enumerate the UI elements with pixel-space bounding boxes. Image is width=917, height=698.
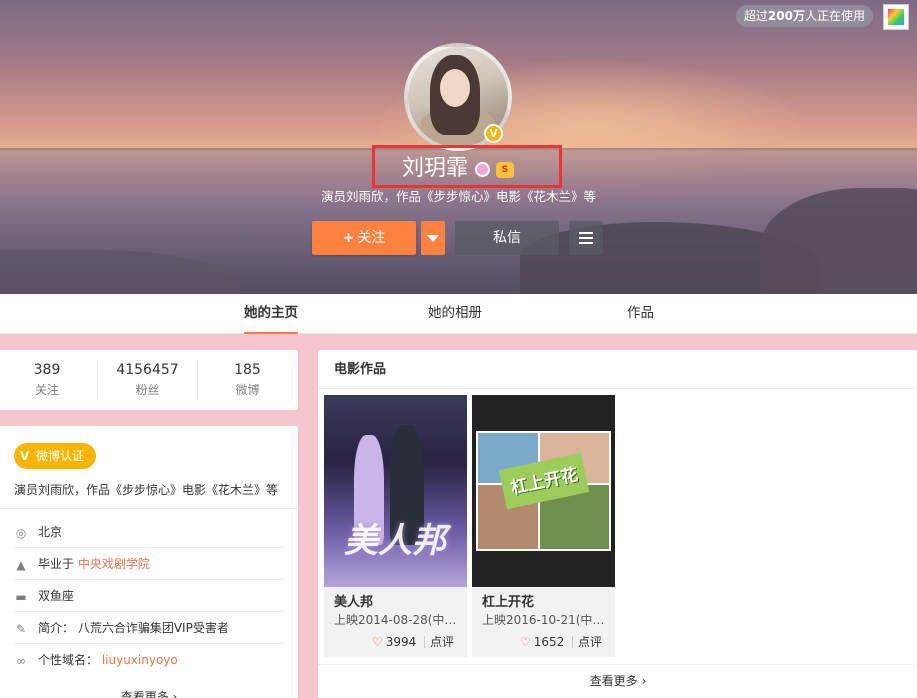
message-button[interactable]: 私信 <box>455 221 559 255</box>
film-card[interactable]: 美人邦 美人邦 上映2014-08-28(中国大陆) ♡3994 点评 <box>324 395 467 657</box>
stat-following[interactable]: 389 关注 <box>0 360 97 400</box>
film-like-button[interactable]: ♡ 1652 <box>520 633 564 651</box>
like-count: 1652 <box>533 635 565 649</box>
follow-dropdown-button[interactable] <box>421 221 445 255</box>
verified-v-icon[interactable]: V <box>484 124 503 143</box>
stat-posts[interactable]: 185 微博 <box>197 360 297 400</box>
plus-icon: + <box>342 230 355 246</box>
info-row-domain: ∞ 个性域名： liuyuxinyoyo <box>14 644 284 676</box>
film-review-link[interactable]: 点评 <box>430 633 454 651</box>
edit-icon: ✎ <box>15 621 27 636</box>
tab-home[interactable]: 她的主页 <box>244 294 298 334</box>
stats-card: 389 关注 4156457 粉丝 185 微博 <box>0 350 298 410</box>
films-title: 电影作品 <box>334 362 387 377</box>
profile-banner: 超过200万人正在使用 V 刘玥霏 S 演员刘雨欣，作品《步步惊心》电影《花木兰… <box>0 0 917 294</box>
user-count-prefix: 超过 <box>743 9 768 23</box>
divider <box>318 388 917 389</box>
more-menu-button[interactable] <box>569 221 603 255</box>
film-release-date: 上映2014-08-28(中国大陆) <box>334 613 462 627</box>
user-count-badge[interactable]: 超过200万人正在使用 <box>735 5 873 27</box>
location-text: 北京 <box>38 525 63 539</box>
stat-number: 4156457 <box>116 362 179 378</box>
stat-label: 微博 <box>235 383 260 397</box>
verified-v-icon: V <box>20 449 30 463</box>
avatar-shape <box>440 69 470 107</box>
map-pin-icon: ◎ <box>15 525 27 540</box>
film-review-link[interactable]: 点评 <box>578 633 602 651</box>
school-prefix: 毕业于 <box>38 557 78 571</box>
stat-label: 关注 <box>34 383 59 397</box>
graduation-cap-icon: ▲ <box>16 557 26 572</box>
weibo-verified-badge[interactable]: V 微博认证 <box>14 443 97 469</box>
caret-down-icon <box>427 234 439 242</box>
school-link[interactable]: 中央戏剧学院 <box>78 557 150 571</box>
poster-collage: 杠上开花 <box>476 431 611 551</box>
member-icon[interactable] <box>475 162 490 177</box>
film-release-date: 上映2016-10-21(中国大陆) <box>482 613 610 627</box>
stat-number: 185 <box>234 362 261 378</box>
chevron-right-icon: › <box>641 674 647 688</box>
bio-prefix: 简介： <box>38 621 78 635</box>
skin-picker-button[interactable] <box>883 4 909 30</box>
thumbs-up-icon: ♡ <box>520 635 531 649</box>
tab-album[interactable]: 她的相册 <box>428 294 482 334</box>
film-poster[interactable]: 美人邦 <box>324 395 467 587</box>
club-badge-icon[interactable]: S <box>496 162 514 178</box>
profile-tabs: 她的主页 她的相册 作品 <box>0 294 917 334</box>
divider <box>0 508 298 509</box>
link-icon: ∞ <box>16 653 26 668</box>
profile-intro: 演员刘雨欣，作品《步步惊心》电影《花木兰》等 <box>320 189 596 204</box>
bio-text: 八荒六合诈骗集团VIP受害者 <box>77 621 229 635</box>
films-card: 电影作品 美人邦 美人邦 上映2014-08-28(中国大陆) ♡3994 点评… <box>318 350 917 698</box>
domain-link[interactable]: liuyuxinyoyo <box>102 653 178 667</box>
divider <box>572 636 573 648</box>
film-title[interactable]: 杠上开花 <box>482 594 534 612</box>
info-row-school: ▲ 毕业于 中央戏剧学院 <box>14 548 284 580</box>
divider <box>318 664 917 665</box>
follow-label: 关注 <box>357 230 386 246</box>
follow-button[interactable]: + 关注 <box>312 221 416 255</box>
palette-icon <box>888 9 904 25</box>
film-poster[interactable]: 杠上开花 <box>472 395 615 587</box>
verified-description: 演员刘雨欣，作品《步步惊心》电影《花木兰》等 <box>14 483 279 497</box>
divider <box>424 636 425 648</box>
stat-followers[interactable]: 4156457 粉丝 <box>97 360 197 400</box>
thumbs-up-icon: ♡ <box>372 635 383 649</box>
stat-label: 粉丝 <box>135 383 160 397</box>
profile-name: 刘玥霏 <box>402 156 469 181</box>
films-more-label: 查看更多 <box>589 674 638 688</box>
verified-label: 微博认证 <box>36 449 85 463</box>
cake-icon: ▬ <box>15 589 27 604</box>
profile-info-card: V 微博认证 演员刘雨欣，作品《步步惊心》电影《花木兰》等 ◎ 北京 ▲ 毕业于 中央… <box>0 426 298 698</box>
constellation-text: 双鱼座 <box>38 589 75 603</box>
films-more-link[interactable]: 查看更多 › <box>318 672 917 690</box>
info-row-location: ◎ 北京 <box>14 516 284 548</box>
stat-number: 389 <box>33 362 61 378</box>
poster-title: 美人邦 <box>344 521 446 561</box>
user-count-suffix: 人正在使用 <box>804 9 865 23</box>
tab-works[interactable]: 作品 <box>627 294 654 334</box>
info-row-constellation: ▬ 双鱼座 <box>14 580 284 612</box>
like-count: 3994 <box>385 635 417 649</box>
film-card[interactable]: 杠上开花 杠上开花 上映2016-10-21(中国大陆) ♡1652 点评 <box>472 395 615 657</box>
user-count-number: 200万 <box>767 9 805 23</box>
film-title[interactable]: 美人邦 <box>334 594 373 612</box>
film-like-button[interactable]: ♡ 3994 <box>372 633 416 651</box>
info-row-bio: ✎ 简介： 八荒六合诈骗集团VIP受害者 <box>14 612 284 644</box>
info-more-link[interactable]: 查看更多 › <box>0 688 298 698</box>
menu-icon <box>579 232 593 244</box>
domain-prefix: 个性域名： <box>38 653 102 667</box>
